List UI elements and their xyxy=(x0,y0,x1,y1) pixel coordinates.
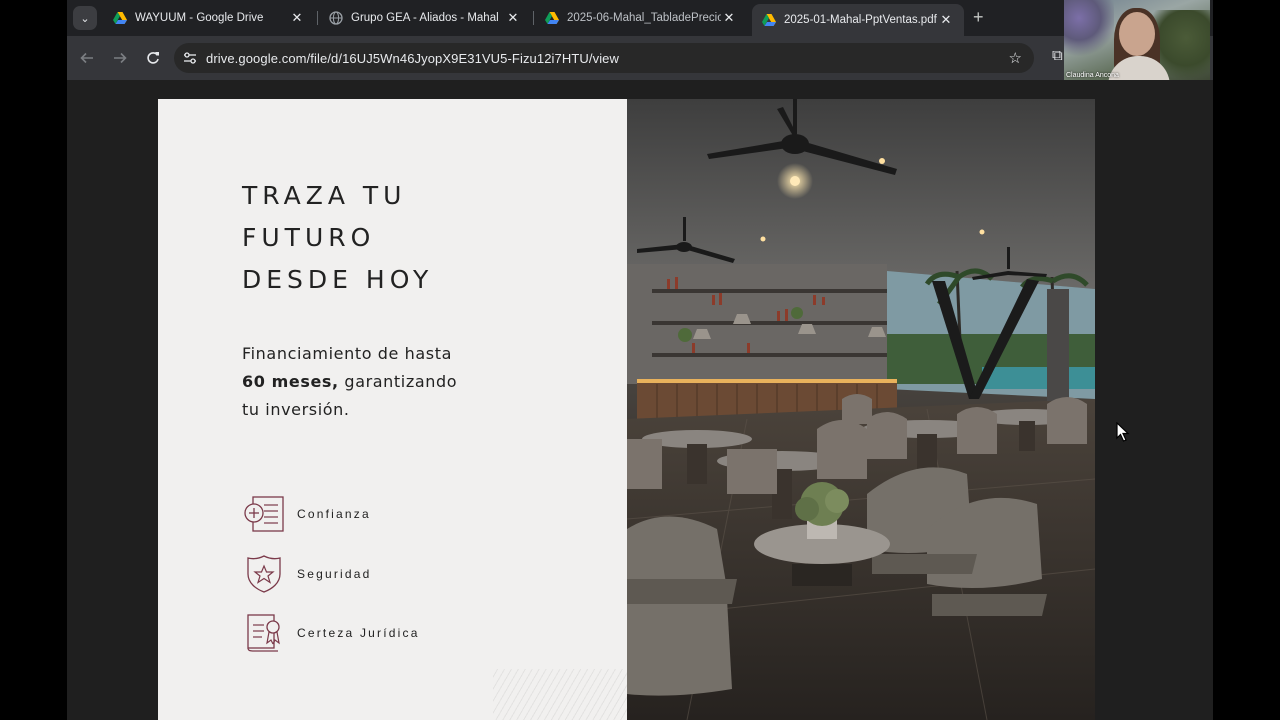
tab-title: Grupo GEA - Aliados - Mahal xyxy=(351,12,499,24)
address-bar[interactable]: drive.google.com/file/d/16UJ5Wn46JyopX9E… xyxy=(174,43,1034,73)
chevron-down-icon: ⌄ xyxy=(80,12,90,25)
extensions-puzzle-icon[interactable]: ⧉ xyxy=(1052,47,1063,64)
close-icon[interactable]: ✕ xyxy=(505,10,521,26)
browser-window: ⌄ WAYUUM - Google Drive ✕ Grupo GEA - Al… xyxy=(67,0,1213,80)
tab-divider xyxy=(533,11,534,25)
reload-button[interactable] xyxy=(142,47,164,69)
lounge-illustration xyxy=(627,99,1095,720)
mouse-cursor-icon xyxy=(1116,422,1130,442)
tab-divider xyxy=(317,11,318,25)
slide-text-panel: TRAZA TU FUTURO DESDE HOY Financiamiento… xyxy=(158,99,627,720)
close-icon[interactable]: ✕ xyxy=(721,10,737,26)
tab-wayuum[interactable]: WAYUUM - Google Drive ✕ xyxy=(103,4,315,32)
tab-title: 2025-01-Mahal-PptVentas.pdf xyxy=(784,14,937,26)
tab-title: WAYUUM - Google Drive xyxy=(135,12,264,24)
arrow-left-icon xyxy=(80,52,93,64)
tab-tabla-precios[interactable]: 2025-06-Mahal_TabladePrecios ✕ xyxy=(535,4,747,32)
pdf-page: TRAZA TU FUTURO DESDE HOY Financiamiento… xyxy=(158,99,1095,720)
decorative-pattern xyxy=(493,669,627,720)
url-text[interactable]: drive.google.com/file/d/16UJ5Wn46JyopX9E… xyxy=(206,51,619,66)
tab-strip: ⌄ WAYUUM - Google Drive ✕ Grupo GEA - Al… xyxy=(67,0,1213,36)
browser-toolbar: drive.google.com/file/d/16UJ5Wn46JyopX9E… xyxy=(67,36,1213,80)
google-drive-icon xyxy=(545,12,559,24)
tab-grupo-gea[interactable]: Grupo GEA - Aliados - Mahal ✕ xyxy=(319,4,531,32)
reload-icon xyxy=(147,52,159,64)
google-drive-icon xyxy=(113,12,127,24)
globe-icon xyxy=(329,11,343,25)
arrow-right-icon xyxy=(114,52,127,64)
feature-label: Certeza Jurídica xyxy=(297,626,420,640)
certificate-icon xyxy=(247,614,280,652)
document-plus-icon xyxy=(244,496,284,532)
feature-label: Confianza xyxy=(297,507,371,521)
tune-icon xyxy=(184,52,196,64)
restaurant-lounge-image xyxy=(627,99,1095,720)
feature-label: Seguridad xyxy=(297,567,372,581)
slide-subtext: Financiamiento de hasta 60 meses, garant… xyxy=(242,344,458,419)
tab-ppt-ventas[interactable]: 2025-01-Mahal-PptVentas.pdf ✕ xyxy=(752,4,964,36)
new-tab-button[interactable]: + xyxy=(973,7,984,28)
back-button[interactable] xyxy=(76,47,98,69)
slide-headline: TRAZA TU FUTURO DESDE HOY xyxy=(242,181,434,294)
feature-seguridad: Seguridad xyxy=(242,554,372,594)
bookmark-star-icon[interactable]: ☆ xyxy=(1009,49,1022,67)
forward-button[interactable] xyxy=(109,47,131,69)
video-call-thumbnail[interactable]: Claudina Ancona xyxy=(1064,0,1210,82)
feature-certeza-juridica: Certeza Jurídica xyxy=(242,613,420,653)
shield-star-icon xyxy=(247,555,281,593)
google-drive-icon xyxy=(762,14,776,26)
feature-confianza: Confianza xyxy=(242,494,371,534)
participant-name: Claudina Ancona xyxy=(1066,72,1119,79)
tab-search-button[interactable]: ⌄ xyxy=(73,6,97,30)
close-icon[interactable]: ✕ xyxy=(289,10,305,26)
close-icon[interactable]: ✕ xyxy=(938,12,954,28)
pdf-viewer: TRAZA TU FUTURO DESDE HOY Financiamiento… xyxy=(67,80,1213,720)
site-info-icon[interactable] xyxy=(174,52,206,64)
tab-title: 2025-06-Mahal_TabladePrecios xyxy=(567,12,721,24)
